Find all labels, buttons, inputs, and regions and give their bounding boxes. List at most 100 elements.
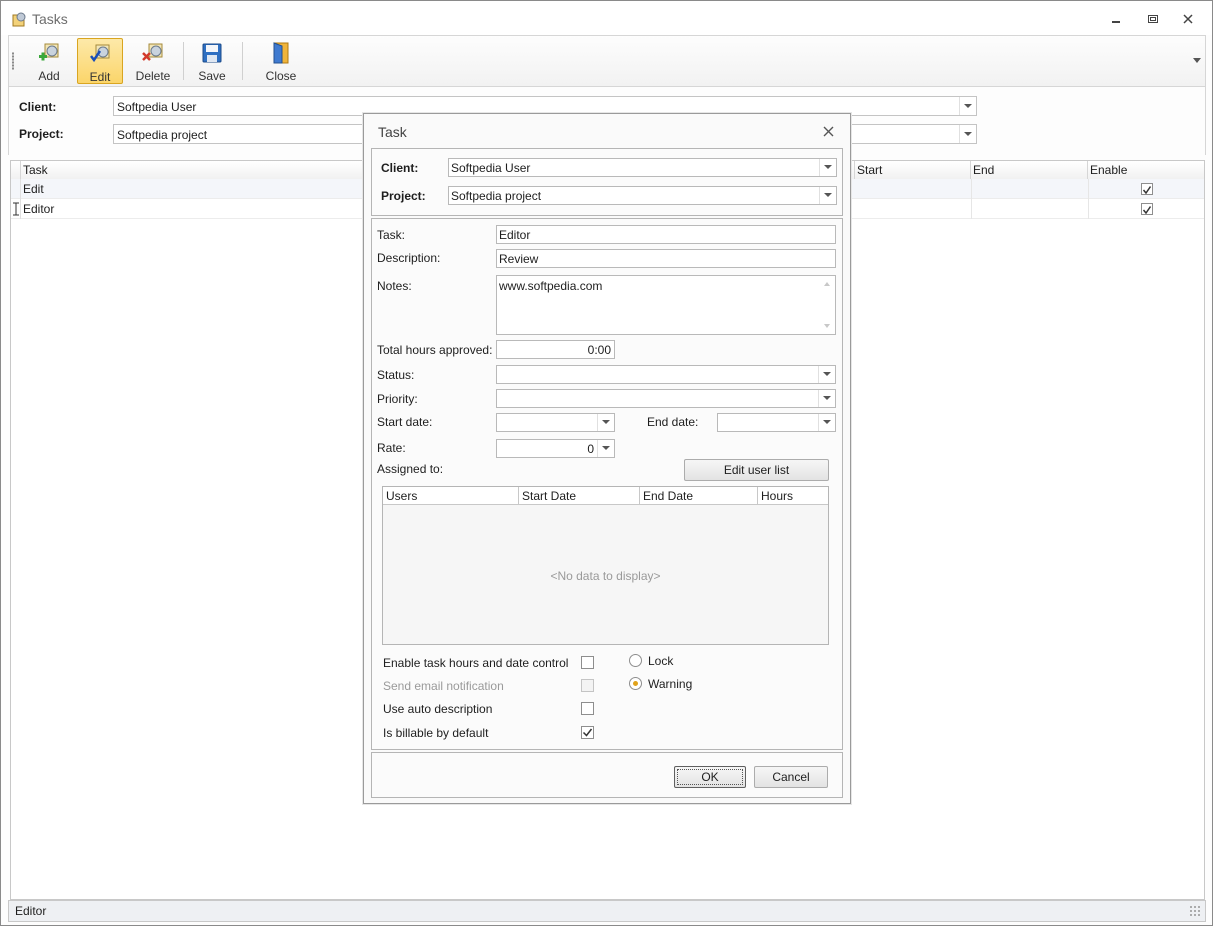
dialog-footer: OK Cancel	[371, 752, 843, 798]
ok-button[interactable]: OK	[674, 766, 746, 788]
notes-label: Notes:	[377, 279, 412, 293]
enable-control-checkbox[interactable]	[581, 656, 594, 669]
task-value: Editor	[499, 228, 531, 242]
warning-radio[interactable]	[629, 677, 642, 690]
add-button[interactable]: Add	[29, 38, 69, 84]
chevron-down-icon[interactable]	[597, 440, 614, 457]
delete-button[interactable]: Delete	[131, 38, 175, 84]
minimize-icon	[1112, 21, 1120, 23]
client-label: Client:	[19, 100, 57, 114]
title-bar: Tasks	[1, 1, 1212, 35]
no-data-message: <No data to display>	[550, 569, 661, 583]
auto-description-label: Use auto description	[383, 702, 493, 716]
cancel-button[interactable]: Cancel	[754, 766, 828, 788]
dialog-client-label: Client:	[381, 161, 419, 175]
scrollbar[interactable]	[819, 276, 835, 334]
description-input[interactable]: Review	[496, 249, 836, 268]
chevron-down-icon[interactable]	[818, 390, 835, 407]
project-value: Softpedia project	[117, 128, 208, 142]
priority-combo[interactable]	[496, 389, 836, 408]
grid-corner	[11, 161, 21, 180]
edit-icon	[90, 44, 110, 63]
dialog-close-icon[interactable]	[823, 126, 834, 137]
assigned-label: Assigned to:	[377, 462, 444, 476]
client-project-panel: Client: Softpedia User Project: Softpedi…	[371, 148, 843, 216]
close-button[interactable]: Close	[261, 38, 301, 84]
toolbar-separator	[183, 42, 184, 80]
rate-label: Rate:	[377, 441, 406, 455]
end-date-label: End date:	[647, 415, 699, 429]
focus-rect	[677, 769, 743, 785]
task-input[interactable]: Editor	[496, 225, 836, 244]
dialog-client-combo[interactable]: Softpedia User	[448, 158, 837, 177]
toolbar-separator	[242, 42, 243, 80]
lock-label: Lock	[648, 654, 674, 668]
start-date-label: Start date:	[377, 415, 433, 429]
column-start-date[interactable]: Start Date	[519, 487, 640, 505]
description-value: Review	[499, 252, 539, 266]
save-icon	[202, 43, 222, 63]
delete-label: Delete	[135, 69, 171, 83]
status-bar: Editor	[8, 900, 1206, 922]
end-date-picker[interactable]	[717, 413, 836, 432]
chevron-down-icon[interactable]	[818, 414, 835, 431]
chevron-down-icon[interactable]	[959, 97, 976, 115]
auto-description-checkbox[interactable]	[581, 702, 594, 715]
task-cell: Edit	[23, 182, 44, 196]
app-icon	[12, 12, 26, 27]
cell-divider	[1088, 179, 1089, 199]
send-email-label: Send email notification	[383, 679, 504, 693]
dialog-project-combo[interactable]: Softpedia project	[448, 186, 837, 205]
task-cell: Editor	[23, 202, 55, 216]
tasks-window: Tasks Add Edit Delete Save Close Client:…	[0, 0, 1213, 926]
task-label: Task:	[377, 228, 406, 242]
save-button[interactable]: Save	[193, 38, 231, 84]
chevron-down-icon[interactable]	[818, 366, 835, 383]
task-dialog: Task Client: Softpedia User Project: Sof…	[363, 113, 851, 804]
cell-divider	[1088, 199, 1089, 219]
checkmark-icon	[1142, 186, 1152, 195]
rate-input[interactable]: 0	[496, 439, 615, 458]
enable-checkbox[interactable]	[1141, 203, 1153, 215]
status-combo[interactable]	[496, 365, 836, 384]
restore-icon	[1147, 15, 1158, 23]
billable-checkbox[interactable]	[581, 726, 594, 739]
column-end[interactable]: End	[971, 161, 1088, 180]
chevron-down-icon[interactable]	[959, 125, 976, 143]
close-window-button[interactable]	[1177, 10, 1199, 28]
chevron-down-icon[interactable]	[819, 159, 836, 176]
start-date-picker[interactable]	[496, 413, 615, 432]
toolbar-grip[interactable]	[12, 52, 14, 70]
notes-textarea[interactable]: www.softpedia.com	[496, 275, 836, 335]
chevron-down-icon[interactable]	[819, 187, 836, 204]
column-hours[interactable]: Hours	[758, 487, 828, 505]
add-icon	[39, 43, 59, 61]
row-indicator	[11, 199, 21, 219]
send-email-checkbox[interactable]	[581, 679, 594, 692]
lock-radio[interactable]	[629, 654, 642, 667]
text-cursor-icon	[13, 202, 19, 216]
dialog-client-value: Softpedia User	[451, 161, 531, 175]
hours-input[interactable]: 0:00	[496, 340, 615, 359]
resize-grip-icon[interactable]	[1189, 905, 1201, 917]
status-text: Editor	[15, 904, 47, 918]
rate-value: 0	[587, 442, 594, 456]
door-exit-icon	[273, 42, 289, 64]
save-label: Save	[198, 69, 226, 83]
checkmark-icon	[1142, 206, 1152, 215]
chevron-down-icon[interactable]	[597, 414, 614, 431]
edit-button[interactable]: Edit	[77, 38, 123, 84]
minimize-button[interactable]	[1105, 10, 1127, 28]
column-users[interactable]: Users	[383, 487, 519, 505]
toolbar-overflow-icon[interactable]	[1193, 58, 1201, 64]
description-label: Description:	[377, 251, 441, 265]
billable-label: Is billable by default	[383, 726, 489, 740]
enable-checkbox[interactable]	[1141, 183, 1153, 195]
delete-icon	[142, 43, 163, 61]
edit-user-list-button[interactable]: Edit user list	[684, 459, 829, 481]
column-enable[interactable]: Enable	[1088, 161, 1204, 180]
row-indicator	[11, 179, 21, 199]
maximize-button[interactable]	[1142, 10, 1164, 28]
column-start[interactable]: Start	[855, 161, 971, 180]
column-end-date[interactable]: End Date	[640, 487, 758, 505]
